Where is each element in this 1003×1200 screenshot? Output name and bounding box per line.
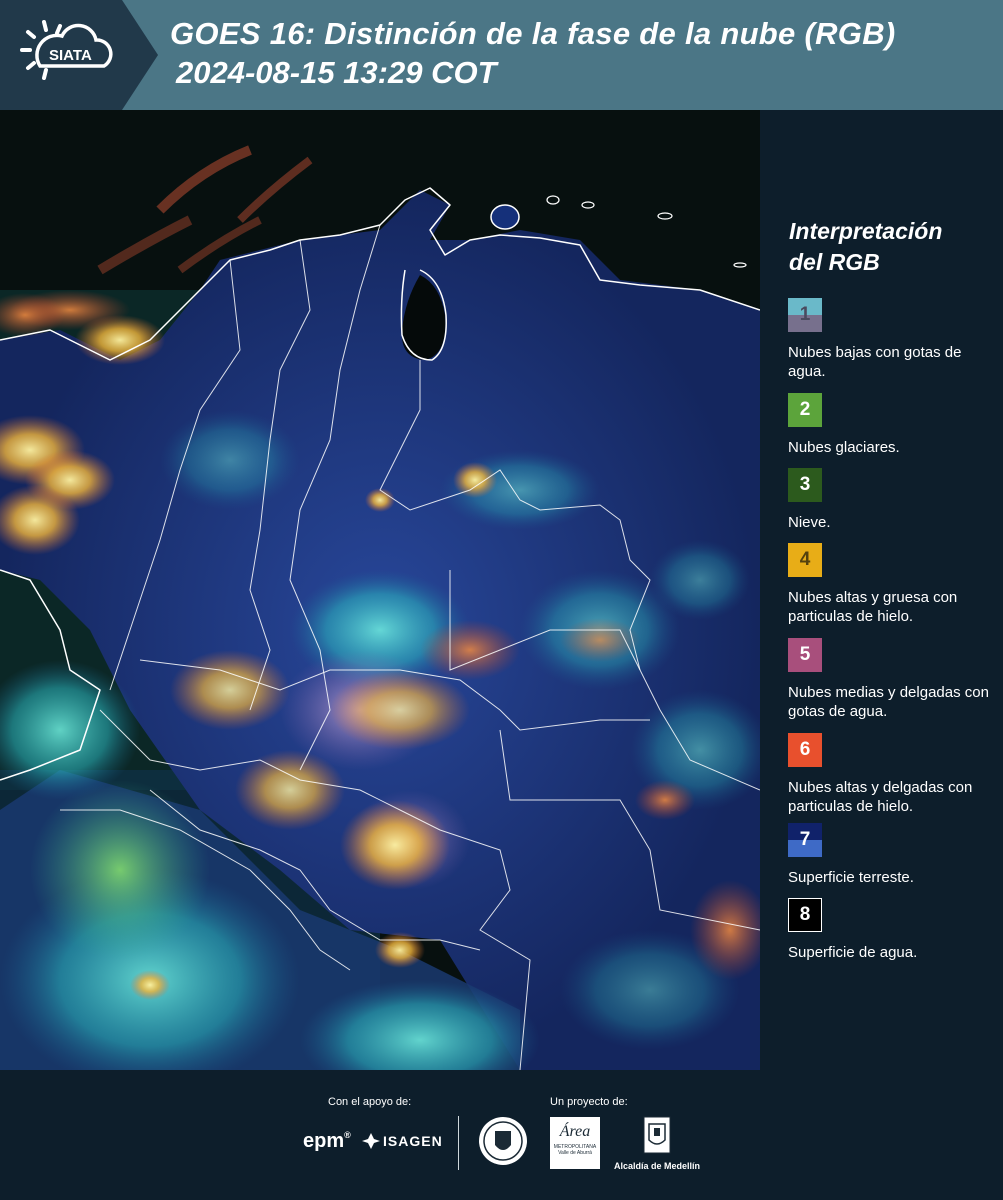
- legend-swatch: 8: [788, 898, 822, 932]
- legend-swatch: 1: [788, 298, 822, 332]
- legend-swatch: 5: [788, 638, 822, 672]
- seal-icon: [479, 1117, 527, 1165]
- siata-logo-text: SIATA: [49, 47, 92, 64]
- area-metropolitana-logo: Área METROPOLITANA Valle de Aburrá: [550, 1117, 600, 1169]
- legend-title: Interpretación del RGB: [789, 216, 942, 278]
- footer-divider: [458, 1116, 459, 1170]
- legend-label: Nubes altas y delgadas con particulas de…: [788, 779, 973, 815]
- legend-label: Nieve.: [788, 514, 831, 531]
- legend-label: Nubes glaciares.: [788, 439, 900, 456]
- isagen-logo: ISAGEN: [362, 1132, 443, 1150]
- alcaldia-shield-icon: [643, 1116, 671, 1154]
- legend-title-line1: Interpretación: [789, 218, 943, 244]
- satellite-map[interactable]: [0, 110, 760, 1070]
- legend-swatch: 6: [788, 733, 822, 767]
- area-logo-sub2: Valle de Aburrá: [558, 1150, 592, 1156]
- isagen-icon: [362, 1133, 380, 1149]
- legend-title-line2: del RGB: [789, 249, 880, 275]
- support-caption: Con el apoyo de:: [328, 1096, 412, 1108]
- alcaldia-logo-text: Alcaldía de Medellín: [613, 1161, 701, 1171]
- legend-label: Superficie de agua.: [788, 944, 918, 961]
- project-caption: Un proyecto de:: [550, 1096, 628, 1108]
- legend-swatch: 3: [788, 468, 822, 502]
- legend-label: Nubes altas y gruesa con particulas de h…: [788, 589, 958, 625]
- legend-label: Nubes bajas con gotas de agua.: [788, 344, 962, 380]
- alcaldia-logo: Alcaldía de Medellín: [612, 1116, 702, 1171]
- siata-logo: SIATA: [0, 0, 158, 110]
- legend-swatch: 2: [788, 393, 822, 427]
- header-bar: SIATA GOES 16: Distinción de la fase de …: [0, 0, 1003, 110]
- legend-panel: Interpretación del RGB 1 Nubes bajas con …: [768, 110, 1003, 1070]
- isagen-logo-text: ISAGEN: [383, 1133, 443, 1149]
- legend-swatch: 4: [788, 543, 822, 577]
- legend-label: Nubes medias y delgadas con gotas de agu…: [788, 684, 989, 720]
- epm-logo: epm®: [303, 1130, 351, 1152]
- area-logo-text: Área: [559, 1123, 591, 1140]
- page-title: GOES 16: Distinción de la fase de la nub…: [170, 16, 896, 51]
- page-timestamp: 2024-08-15 13:29 COT: [176, 55, 497, 90]
- university-seal-logo: [477, 1115, 529, 1172]
- footer: Con el apoyo de: Un proyecto de: epm® IS…: [0, 1070, 1003, 1200]
- legend-label: Superficie terreste.: [788, 869, 914, 886]
- legend-swatch: 7: [788, 823, 822, 857]
- epm-logo-text: epm: [303, 1130, 345, 1152]
- satellite-image: [0, 110, 760, 1070]
